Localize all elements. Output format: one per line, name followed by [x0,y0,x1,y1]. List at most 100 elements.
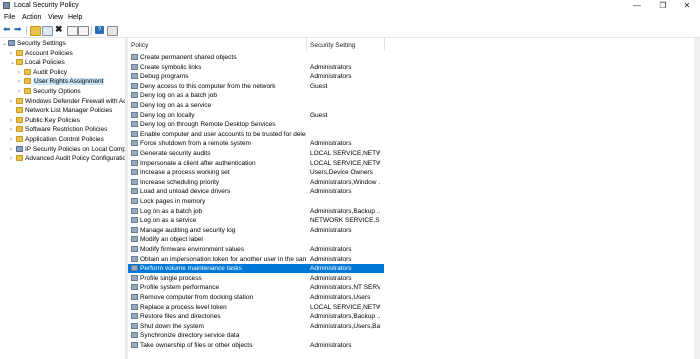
tree-item-label: Windows Defender Firewall with Adva [25,97,134,105]
folder-icon [24,88,31,94]
tree-item[interactable]: › Security Options [18,87,81,96]
tree-item[interactable]: › Advanced Audit Policy Configuration [10,154,130,163]
policy-row[interactable]: Force shutdown from a remote system Admin… [128,139,700,148]
policy-row[interactable]: Generate security audits LOCAL SERVICE,NE… [128,149,700,158]
policy-row[interactable]: Deny log on as a service [128,101,700,110]
policy-icon [131,236,138,243]
tree-item[interactable]: › Windows Defender Firewall with Adva [10,97,134,106]
show-hide-tree-icon[interactable] [42,26,53,36]
policy-row[interactable]: Debug programs Administrators [128,72,700,81]
forward-arrow-icon[interactable]: ➡ [14,24,22,35]
policy-row[interactable]: Modify firmware environment values Admini… [128,245,700,254]
column-header-security-setting[interactable]: Security Setting [310,38,356,51]
security-setting-value: Administrators,Window ... [310,178,380,186]
delete-icon[interactable]: ✖ [55,24,63,35]
menu-view[interactable]: View [48,12,63,23]
policy-name: Take ownership of files or other objects [140,342,253,349]
export-list-icon[interactable] [78,26,89,36]
policy-row[interactable]: Log on as a service NETWORK SERVICE,SQL..… [128,216,700,225]
policy-row[interactable]: Increase scheduling priority Administrato… [128,178,700,187]
policy-row[interactable]: Increase a process working set Users,Devi… [128,168,700,177]
policy-row[interactable]: Shut down the system Administrators,Users… [128,322,700,331]
console-view-icon[interactable] [107,26,118,36]
tree-item[interactable]: ⌄ Security Settings [2,39,66,48]
policy-name: Manage auditing and security log [140,226,236,234]
menu-action[interactable]: Action [22,12,41,23]
policy-row[interactable]: Load and unload device drivers Administra… [128,187,700,196]
policy-name: Lock pages in memory [140,198,206,205]
properties-icon[interactable] [67,26,78,36]
tree-item[interactable]: ⌄ Local Policies [10,58,65,67]
policy-name: Log on as a service [140,217,197,225]
policy-name: Debug programs [140,73,189,81]
policy-row[interactable]: Log on as a batch job Administrators,Back… [128,207,700,216]
policy-row[interactable]: Manage auditing and security log Administ… [128,226,700,235]
policy-row[interactable]: Deny access to this computer from the ne… [128,82,700,91]
policy-icon [131,303,138,310]
policy-row[interactable]: Lock pages in memory [128,197,700,206]
policy-icon [131,342,138,348]
tree-item[interactable]: › Software Restriction Policies [10,125,107,134]
policy-row[interactable]: Take ownership of files or other objects… [128,341,700,350]
menu-help[interactable]: Help [68,12,82,23]
policy-list: Policy Security Setting Create permanent… [128,38,700,359]
tree-item[interactable]: Network List Manager Policies [10,106,112,115]
security-setting-value: Administrators,Users,Ba... [310,322,380,330]
policy-name: Deny log on locally [140,111,195,119]
policy-row[interactable]: Deny log on locally Guest [128,111,700,120]
policy-row[interactable]: Restore files and directories Administrat… [128,312,700,321]
policy-row[interactable]: Deny log on as a batch job [128,91,700,100]
folder-icon [16,116,23,123]
policy-row[interactable]: Replace a process level token LOCAL SERVI… [128,303,700,312]
policy-row[interactable]: Profile system performance Administrators… [128,283,700,292]
policy-name: Synchronize directory service data [140,332,240,340]
tree-item[interactable]: › IP Security Policies on Local Compute [10,145,135,154]
toolbar-separator [91,26,92,35]
tree-item-label: Network List Manager Policies [25,107,113,115]
policy-name: Impersonate a client after authenticatio… [140,159,256,167]
policy-row[interactable]: Profile single process Administrators [128,274,700,283]
vertical-scrollbar[interactable] [694,38,700,359]
policy-name: Generate security audits [140,150,211,157]
policy-row[interactable]: Enable computer and user accounts to be … [128,130,700,139]
tree-item[interactable]: › Application Control Policies [10,135,104,144]
policy-icon [131,198,138,204]
policy-row[interactable]: Create permanent shared objects [128,53,700,62]
column-divider[interactable] [384,38,385,51]
policy-row[interactable]: Perform volume maintenance tasks Administ… [128,264,384,274]
column-header-policy[interactable]: Policy [131,38,148,51]
folder-icon [16,49,23,56]
policy-icon [131,274,138,281]
policy-row[interactable]: Obtain an impersonation token for anothe… [128,255,700,264]
maximize-button[interactable]: ❐ [650,0,676,12]
policy-icon [131,73,138,80]
up-folder-icon[interactable] [30,26,41,36]
folder-icon [24,68,31,75]
tree-item-label: Public Key Policies [25,116,80,124]
policy-row[interactable]: Synchronize directory service data [128,331,700,340]
policy-row[interactable]: Deny log on through Remote Desktop Servi… [128,120,700,129]
security-setting-value: Administrators [310,342,352,349]
policy-icon [131,121,138,128]
policy-name: Replace a process level token [140,303,227,311]
policy-name: Shut down the system [140,322,204,330]
minimize-button[interactable]: — [624,0,650,12]
policy-row[interactable]: Remove computer from docking station Admi… [128,293,700,302]
column-divider[interactable] [306,38,307,51]
tree-item[interactable]: › Audit Policy [18,68,67,77]
close-button[interactable]: ✕ [674,0,700,12]
window-title: Local Security Policy [14,2,79,9]
security-setting-value: Administrators [310,255,352,263]
help-icon[interactable]: ? [95,26,104,34]
menu-file[interactable]: File [4,12,15,23]
folder-icon [16,107,23,114]
policy-row[interactable]: Impersonate a client after authenticatio… [128,159,700,168]
back-arrow-icon[interactable]: ⬅ [3,24,11,35]
tree-item-label: User Rights Assignment [33,78,105,86]
policy-name: Modify an object label [140,236,203,244]
tree-item[interactable]: › Account Policies [10,49,73,58]
tree-item[interactable]: › Public Key Policies [10,116,80,125]
tree-item[interactable]: › User Rights Assignment [18,77,105,86]
policy-row[interactable]: Modify an object label [128,235,700,244]
policy-row[interactable]: Create symbolic links Administrators [128,63,700,72]
